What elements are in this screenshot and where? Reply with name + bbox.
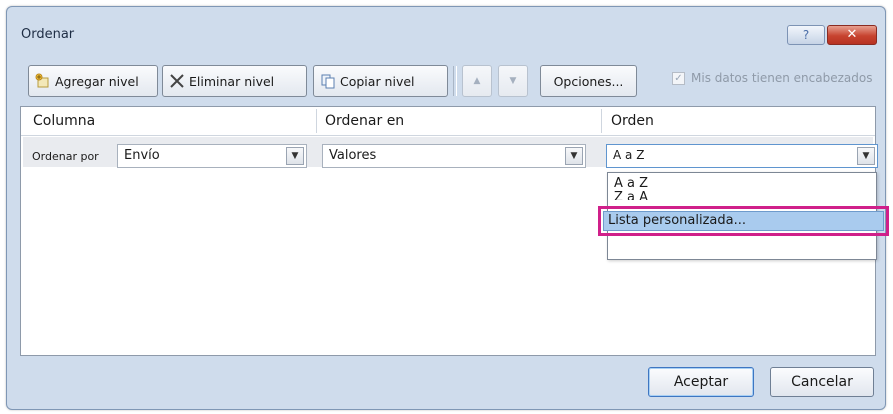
headers-checkbox-row[interactable]: ✓ Mis datos tienen encabezados xyxy=(672,71,872,85)
chevron-down-icon[interactable]: ▼ xyxy=(286,147,304,165)
header-separator xyxy=(601,109,602,133)
order-combobox[interactable]: A a Z ▼ xyxy=(606,144,878,168)
toolbar-separator xyxy=(453,66,457,96)
order-header: Orden xyxy=(611,113,654,129)
move-down-button[interactable]: ▼ xyxy=(498,65,528,97)
options-button[interactable]: Opciones... xyxy=(540,65,637,97)
ok-button[interactable]: Aceptar xyxy=(648,367,754,397)
header-separator xyxy=(316,109,317,133)
delete-level-label: Eliminar nivel xyxy=(189,73,275,89)
headers-checkbox[interactable]: ✓ xyxy=(672,71,685,85)
copy-level-icon xyxy=(320,73,336,89)
delete-level-button[interactable]: Eliminar nivel xyxy=(162,65,307,97)
column-combobox[interactable]: Envío ▼ xyxy=(117,144,307,168)
headers-checkbox-label: Mis datos tienen encabezados xyxy=(691,71,873,85)
dialog-title: Ordenar xyxy=(21,27,75,42)
sort-on-header: Ordenar en xyxy=(325,113,405,129)
help-button[interactable]: ? xyxy=(787,25,825,45)
add-level-icon xyxy=(35,73,51,89)
copy-level-button[interactable]: Copiar nivel xyxy=(313,65,448,97)
order-option-a-z[interactable]: A a Z xyxy=(614,176,648,191)
add-level-label: Agregar nivel xyxy=(55,73,139,89)
cancel-button[interactable]: Cancelar xyxy=(770,367,874,397)
move-up-button[interactable]: ▲ xyxy=(462,65,492,97)
sort-on-value: Valores xyxy=(329,148,377,163)
order-option-custom-list[interactable]: Lista personalizada... xyxy=(603,211,884,231)
sort-on-combobox[interactable]: Valores ▼ xyxy=(322,144,586,168)
chevron-down-icon[interactable]: ▼ xyxy=(565,147,583,165)
chevron-down-icon[interactable]: ▼ xyxy=(857,147,875,165)
highlight-frame: Lista personalizada... xyxy=(598,206,889,236)
sort-by-label: Ordenar por xyxy=(32,150,99,163)
header-divider xyxy=(21,135,875,136)
column-value: Envío xyxy=(124,148,160,163)
close-button[interactable]: ✕ xyxy=(827,25,877,45)
column-header: Columna xyxy=(33,113,96,129)
add-level-button[interactable]: Agregar nivel xyxy=(28,65,158,97)
delete-level-icon xyxy=(169,73,185,89)
copy-level-label: Copiar nivel xyxy=(340,73,415,89)
order-value: A a Z xyxy=(613,148,645,162)
order-option-z-a[interactable]: Z a A xyxy=(614,190,648,200)
